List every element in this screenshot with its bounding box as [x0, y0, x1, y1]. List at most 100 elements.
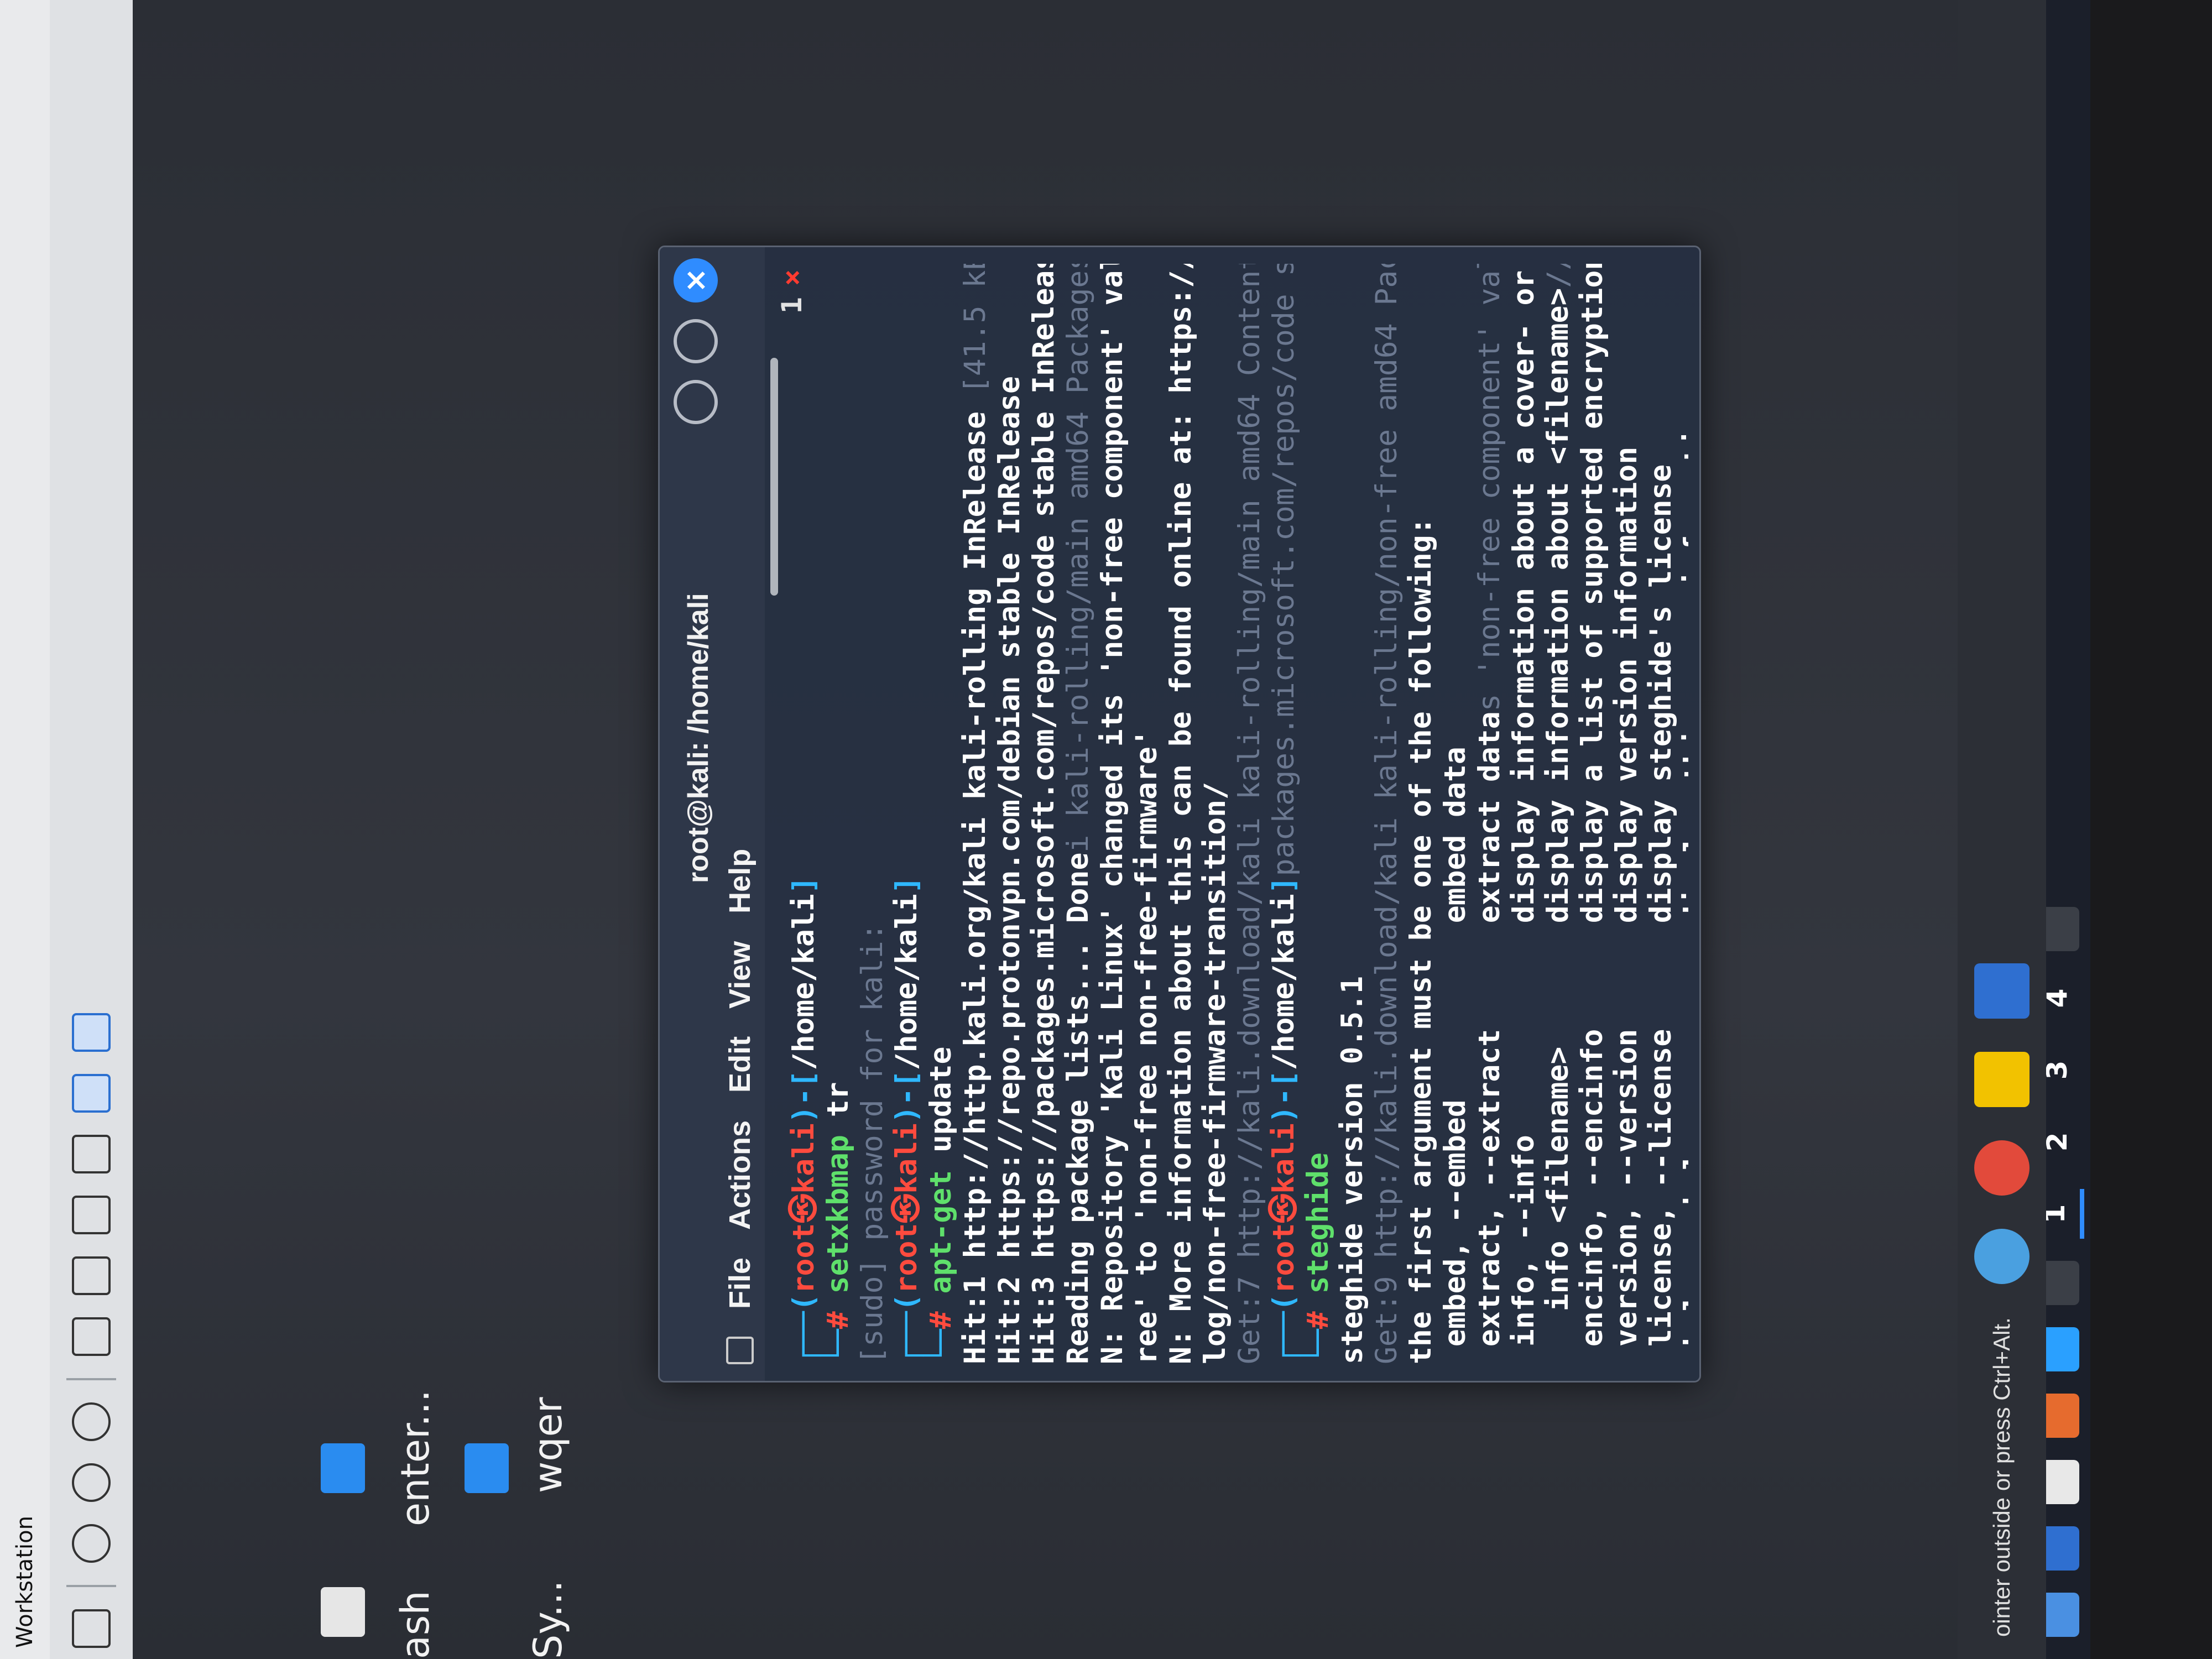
terminal-output[interactable]: ┌──(root㉿kali)-[/home/kali] └─# setxkbmap… — [787, 264, 1688, 1364]
menu-view[interactable]: View — [723, 941, 757, 1009]
terminal-line: └─# setxkbmap tr — [821, 264, 855, 1364]
city-thumbnail-icon[interactable] — [1974, 1229, 2030, 1285]
terminal-title: root@kali: /home/kali — [682, 593, 714, 883]
vmware-icon[interactable] — [1974, 963, 2030, 1019]
snapshot-icon[interactable] — [72, 1524, 111, 1563]
vmware-toolbar — [50, 0, 133, 1659]
terminal-text-segment: Hit:1 http://http.kali.org/kali kali-rol… — [958, 394, 992, 1364]
status-hint: ointer outside or press Ctrl+Alt. — [1989, 1317, 2015, 1637]
close-button[interactable]: × — [674, 258, 718, 302]
terminal-text-segment: ┌──( — [890, 1293, 924, 1364]
terminal-line: └─# steghide — [1301, 264, 1335, 1364]
terminal-text-segment: kali — [1267, 1123, 1301, 1194]
terminal-line: log/non-free-firmware-transition/ — [1198, 264, 1233, 1364]
terminal-text-segment: update — [924, 1046, 958, 1170]
terminal-text-segment: N: More information about this can be fo… — [1164, 264, 1198, 1364]
terminal-text-segment: the first argument must be one of the fo… — [1404, 517, 1438, 1364]
menu-file[interactable]: File — [723, 1258, 757, 1309]
desktop-item-label[interactable]: Sy... — [525, 1580, 571, 1659]
terminal-text-segment: packages.microsoft.com/repos/code stable… — [1267, 264, 1301, 877]
revert-snapshot-icon[interactable] — [72, 1463, 111, 1502]
terminal-menubar: File Actions Edit View Help — [715, 701, 765, 1381]
terminal-text-segment: └─ — [924, 1329, 958, 1364]
terminal-text-segment: Reading package lists... Done — [1061, 852, 1095, 1364]
chrome-icon[interactable] — [1974, 1140, 2030, 1196]
terminal-text-segment: ] — [1267, 876, 1301, 894]
terminal-line: steghide version 0.5.1 — [1335, 264, 1370, 1364]
terminal-text-segment: ㉿ — [1267, 1193, 1301, 1223]
terminal-text-segment: ㉿ — [890, 1193, 924, 1223]
snapshot-manager-icon[interactable] — [72, 1402, 111, 1441]
terminal-text-segment: └─ — [821, 1329, 855, 1364]
toolbar-divider — [66, 1378, 116, 1380]
terminal-line: Hit:2 https://repo.protonvpn.com/debian … — [993, 264, 1027, 1364]
maximize-button[interactable] — [674, 319, 718, 363]
terminal-text-segment: apt-get — [924, 1170, 958, 1294]
folder-icon[interactable] — [465, 1443, 509, 1493]
terminal-line: version, --version display version infor… — [1610, 264, 1644, 1364]
terminal-text-segment: license, --license display steghide's li… — [1644, 464, 1678, 1364]
terminal-text-segment: i kali-rolling/main amd64 Packages [19.7… — [1061, 264, 1095, 853]
terminal-text-segment: info <filename> display information abou… — [1541, 288, 1575, 1364]
terminal-text-segment: ┌──( — [787, 1293, 821, 1364]
minimize-button[interactable] — [674, 380, 718, 424]
terminal-text-segment: kali — [787, 1123, 821, 1194]
monitor: Workstation ash enter... wqer Sy... root… — [0, 0, 2212, 1659]
menu-edit[interactable]: Edit — [723, 1036, 757, 1093]
vmware-titlebar: Workstation — [0, 0, 50, 1659]
console-view-icon[interactable] — [72, 1074, 111, 1113]
terminal-line: ree' to 'non-free non-free-firmware' — [1130, 264, 1164, 1364]
terminal-text-segment: version, --version display version infor… — [1610, 446, 1644, 1364]
menu-help[interactable]: Help — [723, 849, 757, 914]
guest-screen: ash enter... wqer Sy... root@kali: /home… — [133, 0, 2090, 1659]
terminal-text-segment: root — [787, 1223, 821, 1294]
terminal-window[interactable]: root@kali: /home/kali × File Actions Edi… — [658, 246, 1701, 1383]
toolbar-divider — [66, 1585, 116, 1587]
stretch-guest-icon[interactable] — [72, 1013, 111, 1052]
terminal-line: Hit:1 http://http.kali.org/kali kali-rol… — [958, 264, 993, 1364]
terminal-line: the first argument must be one of the fo… — [1404, 264, 1438, 1364]
fullscreen-icon[interactable] — [72, 1196, 111, 1234]
menu-actions[interactable]: Actions — [723, 1120, 757, 1230]
terminal-text-segment: [41.5 kB] — [958, 264, 992, 394]
terminal-line: license, --license display steghide's li… — [1644, 264, 1678, 1364]
desktop-item-label[interactable]: wqer — [525, 1397, 571, 1493]
sidebar-toggle-icon[interactable] — [72, 1317, 111, 1356]
folder-icon[interactable] — [321, 1443, 365, 1493]
vm-power-icon[interactable] — [72, 1609, 111, 1648]
terminal-text-segment: Get:9 http://kali.download/kali kali-rol… — [1370, 264, 1404, 1364]
terminal-text-segment: )-[ — [890, 1070, 924, 1124]
terminal-scrollbar[interactable] — [770, 358, 778, 596]
terminal-text-segment: s 'non-free component' value from 'non-f — [1473, 264, 1506, 712]
explorer-icon[interactable] — [1974, 1052, 2030, 1108]
terminal-text-segment: steghide version 0.5.1 — [1335, 976, 1369, 1364]
file-icon[interactable] — [321, 1587, 365, 1637]
terminal-line: N: Repository 'Kali Linux' changed its '… — [1095, 264, 1130, 1364]
desktop-item-label[interactable]: enter... — [393, 1390, 438, 1526]
terminal-line: info <filename> display information abou… — [1541, 264, 1575, 1364]
host-status-bar: ointer outside or press Ctrl+Alt. — [1958, 0, 2046, 1659]
terminal-text-segment: steghide — [1301, 1152, 1335, 1294]
terminal-line: info, --info display information about a… — [1507, 264, 1541, 1364]
terminal-text-segment: N: Repository 'Kali Linux' changed its '… — [1095, 264, 1129, 1364]
terminal-line: [sudo] password for kali: — [855, 264, 890, 1364]
terminal-text-segment: # — [821, 1293, 855, 1329]
terminal-text-segment: ree' to 'non-free non-free-firmware' — [1130, 729, 1164, 1364]
unity-icon[interactable] — [72, 1135, 111, 1173]
terminal-line: ┌──(root㉿kali)-[/home/kali]packages.micr… — [1267, 264, 1301, 1364]
desktop: ash enter... wqer Sy... — [265, 0, 597, 1659]
terminal-text-segment: )-[ — [787, 1070, 821, 1124]
terminal-text-segment: Hit:2 https://repo.protonvpn.com/debian … — [993, 376, 1026, 1364]
terminal-line: N: More information about this can be fo… — [1164, 264, 1198, 1364]
terminal-text-segment: root — [890, 1223, 924, 1294]
terminal-text-segment: log/non-free-firmware-transition/ — [1198, 782, 1232, 1364]
terminal-line: extract, --extract extract datas 'non-fr… — [1473, 264, 1507, 1364]
terminal-text-segment: ] — [890, 876, 924, 894]
terminal-text-segment: ┌──( — [1267, 1293, 1301, 1364]
terminal-text-segment: ㉿ — [787, 1193, 821, 1223]
terminal-text-segment: ] — [787, 876, 821, 894]
terminal-line: help, --help display this usage informat… — [1678, 264, 1688, 1364]
terminal-text-segment: setxkbmap — [821, 1135, 855, 1294]
thumbnail-bar-icon[interactable] — [72, 1256, 111, 1295]
desktop-item-label[interactable]: ash — [393, 1590, 438, 1659]
